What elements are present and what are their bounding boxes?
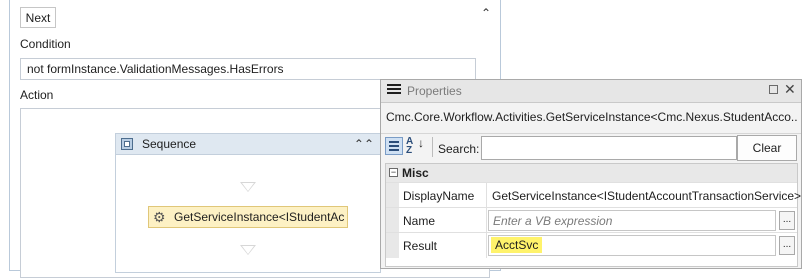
activity-label: GetServiceInstance<IStudentAccountTransa… (174, 210, 344, 224)
drop-target-arrow-icon[interactable] (240, 182, 256, 192)
condition-label: Condition (20, 37, 71, 51)
drop-target-arrow-icon[interactable] (240, 245, 256, 255)
property-row-displayname[interactable]: DisplayName GetServiceInstance<IStudentA… (386, 182, 801, 208)
condition-input[interactable]: not formInstance.ValidationMessages.HasE… (20, 58, 476, 80)
properties-title: Properties (407, 84, 462, 98)
vb-expression-input[interactable]: Enter a VB expression (488, 210, 776, 231)
property-name: Result (403, 239, 438, 253)
property-grid: − Misc DisplayName GetServiceInstance<IS… (385, 163, 801, 267)
property-name: Name (403, 214, 436, 228)
sequence-title: Sequence (142, 137, 197, 151)
get-service-instance-activity[interactable]: ⚙ GetServiceInstance<IStudentAccountTran… (148, 206, 348, 228)
property-row-name[interactable]: Name Enter a VB expression ... (386, 207, 797, 233)
properties-title-bar: Properties ✕ (381, 80, 801, 103)
search-label: Search: (438, 142, 480, 156)
property-row-result[interactable]: Result AcctSvc ... (386, 232, 797, 258)
result-value: AcctSvc (491, 237, 543, 253)
restore-icon[interactable] (769, 85, 778, 94)
collapse-icon[interactable]: ⌃ (479, 6, 493, 20)
sequence-icon (121, 138, 133, 150)
vb-expression-placeholder: Enter a VB expression (493, 214, 613, 228)
ellipsis-button[interactable]: ... (779, 236, 795, 255)
gear-icon: ⚙ (153, 209, 166, 225)
toolbar-divider (432, 137, 433, 157)
next-button[interactable]: Next (20, 7, 56, 28)
collapse-category-icon[interactable]: − (389, 168, 398, 177)
close-icon[interactable]: ✕ (784, 81, 796, 98)
sort-alphabetical-icon[interactable]: A Z ↓ (406, 137, 426, 156)
property-value[interactable]: GetServiceInstance<IStudentAccountTransa… (492, 189, 801, 203)
property-name: DisplayName (403, 189, 475, 203)
result-input[interactable]: AcctSvc (488, 235, 776, 256)
category-name: Misc (402, 166, 429, 180)
sequence-collapse-icon[interactable]: ⌃⌃ (354, 137, 374, 151)
properties-toolbar: A Z ↓ Search: Clear (381, 133, 801, 162)
clear-button[interactable]: Clear (737, 135, 797, 161)
properties-panel: Properties ✕ Cmc.Core.Workflow.Activitie… (380, 79, 802, 269)
ellipsis-button[interactable]: ... (779, 211, 795, 230)
sequence-header[interactable]: Sequence ⌃⌃ (116, 134, 380, 155)
categorized-view-icon[interactable] (385, 137, 403, 155)
action-label: Action (20, 88, 54, 102)
properties-icon (387, 84, 401, 97)
search-input[interactable] (481, 136, 737, 160)
selected-type-name: Cmc.Core.Workflow.Activities.GetServiceI… (386, 110, 798, 124)
category-row[interactable]: − Misc (386, 164, 797, 182)
